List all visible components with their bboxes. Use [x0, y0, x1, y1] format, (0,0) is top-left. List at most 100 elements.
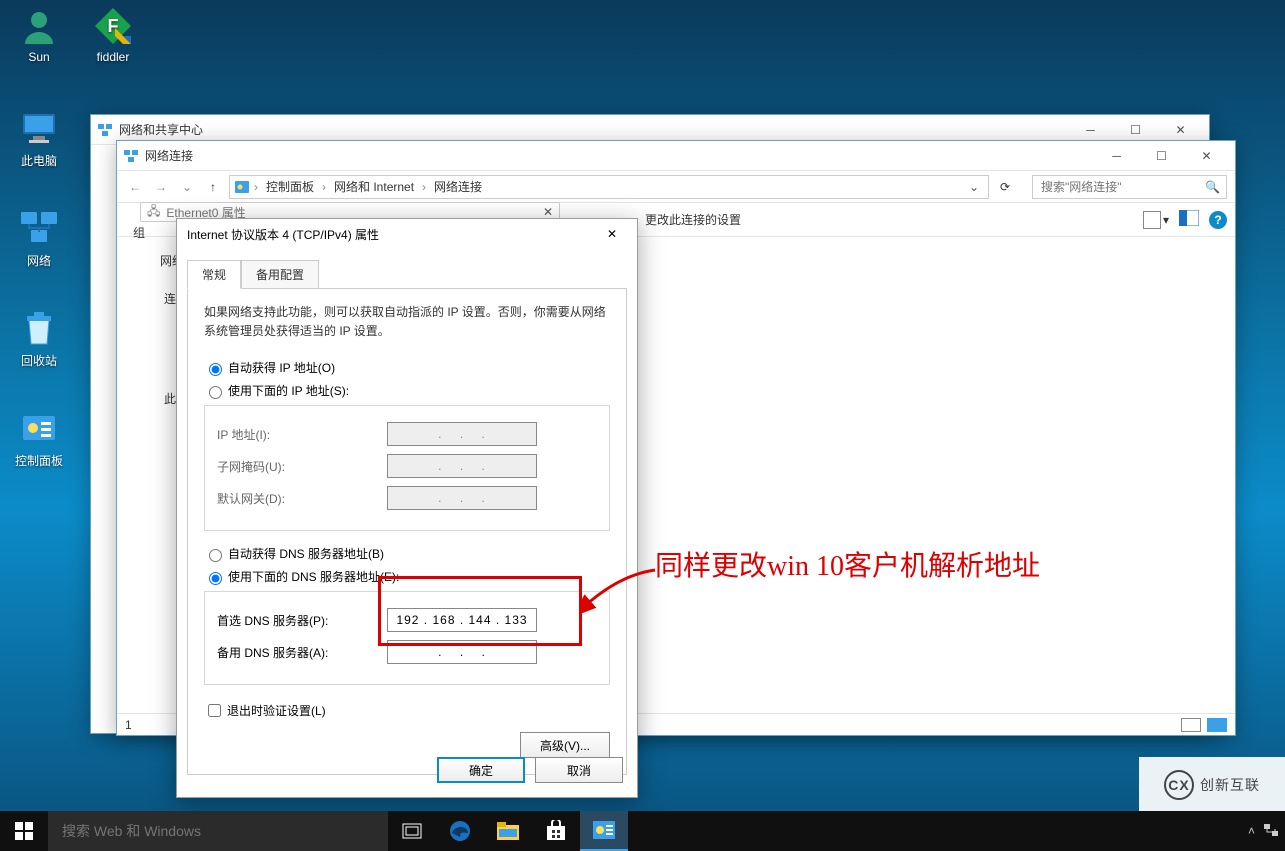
peek-text: 连 — [164, 290, 176, 307]
breadcrumb[interactable]: › 控制面板 › 网络和 Internet › 网络连接 ⌄ — [229, 175, 989, 199]
field-label: 默认网关(D): — [217, 490, 387, 507]
desktop-icon-label: 回收站 — [4, 352, 74, 369]
taskbar-app-store[interactable] — [532, 811, 580, 851]
control-panel-icon — [19, 408, 59, 448]
ip-input[interactable]: . . . — [387, 640, 537, 664]
checkbox-validate-on-exit[interactable]: 退出时验证设置(L) — [204, 701, 610, 720]
field-preferred-dns: 首选 DNS 服务器(P): 192 . 168 . 144 . 133 — [217, 608, 597, 632]
toolbar-item-change-settings[interactable]: 更改此连接的设置 — [645, 211, 741, 228]
ethernet-icon: 🖧 — [147, 202, 160, 223]
system-tray[interactable]: ˄ — [1248, 823, 1285, 840]
button-label: 取消 — [567, 762, 591, 779]
minimize-button[interactable]: ─ — [1094, 142, 1139, 170]
desktop-icon-sun[interactable]: Sun — [4, 6, 74, 64]
view-icon — [1143, 211, 1161, 229]
ip-input[interactable]: 192 . 168 . 144 . 133 — [387, 608, 537, 632]
tab-strip: 常规 备用配置 — [187, 259, 627, 288]
titlebar[interactable]: 网络连接 ─ ☐ ✕ — [117, 141, 1235, 171]
radio-input[interactable] — [209, 363, 222, 376]
chevron-right-icon: › — [322, 180, 326, 194]
chevron-right-icon: › — [422, 180, 426, 194]
radio-input[interactable] — [209, 572, 222, 585]
maximize-button[interactable]: ☐ — [1139, 142, 1184, 170]
dialog-titlebar[interactable]: Internet 协议版本 4 (TCP/IPv4) 属性 ✕ — [177, 219, 637, 249]
nav-forward-button[interactable]: → — [151, 177, 171, 197]
window-title: 网络和共享中心 — [119, 121, 1068, 138]
peek-text: 组 — [133, 224, 145, 241]
close-icon[interactable]: ✕ — [543, 205, 553, 219]
taskbar-search[interactable] — [48, 811, 388, 851]
ip-input: . . . — [387, 486, 537, 510]
radio-input[interactable] — [209, 549, 222, 562]
radio-dns-manual[interactable]: 使用下面的 DNS 服务器地址(E): — [204, 568, 610, 585]
dialog-ipv4-properties: Internet 协议版本 4 (TCP/IPv4) 属性 ✕ 常规 备用配置 … — [176, 218, 638, 798]
window-title: 网络连接 — [145, 147, 1094, 164]
close-button[interactable]: ✕ — [1184, 142, 1229, 170]
taskbar-app-explorer[interactable] — [484, 811, 532, 851]
control-panel-icon — [234, 179, 250, 195]
desktop-icon-label: Sun — [4, 50, 74, 64]
search-icon[interactable]: 🔍 — [1205, 180, 1220, 194]
checkbox-input[interactable] — [208, 704, 221, 717]
breadcrumb-item[interactable]: 网络连接 — [430, 178, 486, 195]
checkbox-label: 退出时验证设置(L) — [227, 702, 326, 719]
desktop-icon-fiddler[interactable]: F fiddler — [78, 6, 148, 64]
desktop-icon-label: 网络 — [4, 252, 74, 269]
view-options-button[interactable]: ▾ — [1143, 211, 1169, 229]
view-large-button[interactable] — [1207, 718, 1227, 732]
radio-label: 使用下面的 IP 地址(S): — [228, 382, 349, 399]
desktop-icon-network[interactable]: 网络 — [4, 208, 74, 269]
watermark-logo-icon: CX — [1164, 770, 1194, 800]
nav-up-button[interactable]: ↑ — [203, 177, 223, 197]
desktop-icon-label: fiddler — [78, 50, 148, 64]
radio-input[interactable] — [209, 386, 222, 399]
nav-back-button[interactable]: ← — [125, 177, 145, 197]
monitor-icon — [19, 108, 59, 148]
taskbar-app-control-panel[interactable] — [580, 811, 628, 851]
dialog-title: Internet 协议版本 4 (TCP/IPv4) 属性 — [187, 226, 597, 243]
search-input[interactable] — [1039, 179, 1205, 195]
breadcrumb-item[interactable]: 控制面板 — [262, 178, 318, 195]
description-text: 如果网络支持此功能，则可以获取自动指派的 IP 设置。否则，你需要从网络系统管理… — [204, 303, 610, 341]
peek-text: 此 — [164, 390, 176, 407]
taskbar: ˄ — [0, 811, 1285, 851]
button-label: 确定 — [469, 762, 493, 779]
desktop-icon-this-pc[interactable]: 此电脑 — [4, 108, 74, 169]
ok-button[interactable]: 确定 — [437, 757, 525, 783]
taskbar-search-input[interactable] — [60, 822, 376, 840]
tab-label: 常规 — [202, 268, 226, 282]
tab-general[interactable]: 常规 — [187, 260, 241, 289]
preview-pane-button[interactable] — [1179, 210, 1199, 229]
tray-network-icon[interactable] — [1263, 823, 1279, 840]
desktop-icon-recycle[interactable]: 回收站 — [4, 308, 74, 369]
watermark-text: 创新互联 — [1200, 775, 1260, 795]
search-box[interactable]: 🔍 — [1032, 175, 1227, 199]
field-ip-address: IP 地址(I): . . . — [217, 422, 597, 446]
view-details-button[interactable] — [1181, 718, 1201, 732]
refresh-button[interactable]: ⟳ — [995, 177, 1015, 197]
help-button[interactable]: ? — [1209, 211, 1227, 229]
advanced-button[interactable]: 高级(V)... — [520, 732, 610, 758]
close-button[interactable]: ✕ — [597, 222, 627, 246]
address-dropdown-icon[interactable]: ⌄ — [964, 180, 984, 194]
tab-alternate[interactable]: 备用配置 — [241, 260, 319, 289]
nav-recent-button[interactable]: ⌄ — [177, 177, 197, 197]
network-icon — [19, 208, 59, 248]
status-item-count: 1 — [125, 718, 132, 732]
desktop-icon-label: 控制面板 — [4, 452, 74, 469]
radio-dns-auto[interactable]: 自动获得 DNS 服务器地址(B) — [204, 545, 610, 562]
tray-chevron-up-icon[interactable]: ˄ — [1248, 824, 1255, 838]
cancel-button[interactable]: 取消 — [535, 757, 623, 783]
radio-ip-manual[interactable]: 使用下面的 IP 地址(S): — [204, 382, 610, 399]
start-button[interactable] — [0, 811, 48, 851]
watermark: CX 创新互联 — [1139, 757, 1285, 813]
taskbar-app-edge[interactable] — [436, 811, 484, 851]
task-view-button[interactable] — [388, 811, 436, 851]
network-connections-icon — [123, 148, 139, 164]
radio-ip-auto[interactable]: 自动获得 IP 地址(O) — [204, 359, 610, 376]
desktop-icon-control-panel[interactable]: 控制面板 — [4, 408, 74, 469]
ip-value: 192 . 168 . 144 . 133 — [396, 613, 527, 627]
field-alternate-dns: 备用 DNS 服务器(A): . . . — [217, 640, 597, 664]
breadcrumb-item[interactable]: 网络和 Internet — [330, 178, 418, 195]
field-label: IP 地址(I): — [217, 426, 387, 443]
